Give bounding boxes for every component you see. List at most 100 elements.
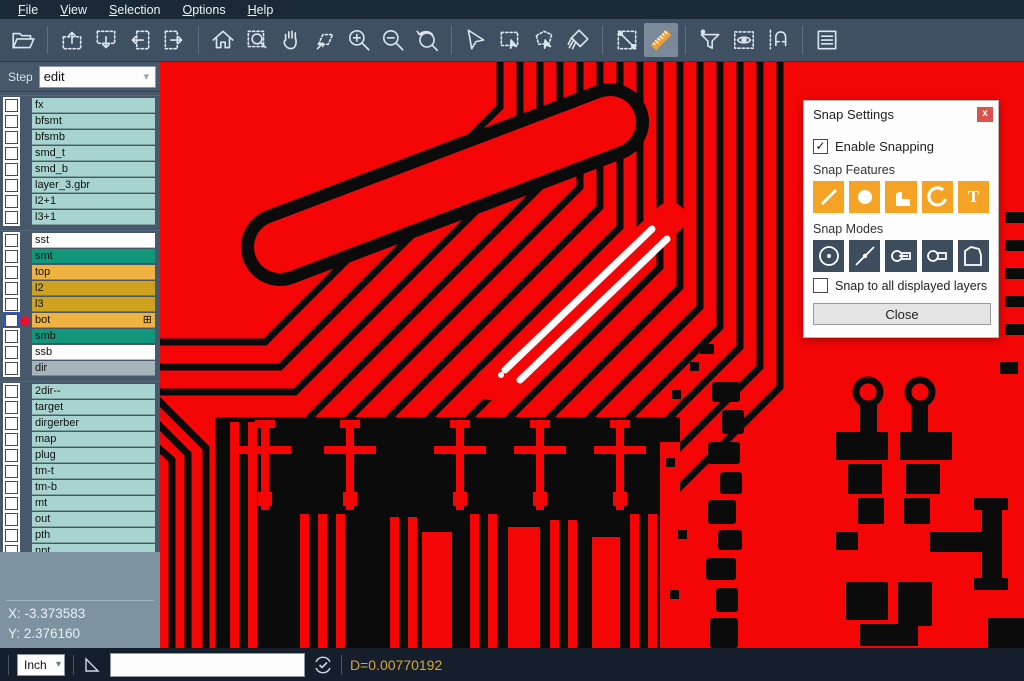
- layer-visibility-checkbox[interactable]: [5, 465, 18, 478]
- select-rectangle-button[interactable]: [493, 23, 527, 57]
- measure-button[interactable]: [610, 23, 644, 57]
- layer-name[interactable]: layer_3.gbr: [32, 178, 155, 193]
- enable-snapping-checkbox[interactable]: ✓: [813, 139, 828, 154]
- snap-mode-center-button[interactable]: [813, 240, 844, 272]
- layer-visibility-checkbox[interactable]: [5, 163, 18, 176]
- layer-row-layer_3.gbr[interactable]: layer_3.gbr: [0, 178, 160, 193]
- layer-row-l3[interactable]: l3: [0, 297, 160, 312]
- layer-row-smb[interactable]: smb: [0, 329, 160, 344]
- filter-button[interactable]: [693, 23, 727, 57]
- layer-name[interactable]: target: [32, 400, 155, 415]
- layer-visibility-checkbox[interactable]: [5, 481, 18, 494]
- menu-view[interactable]: View: [50, 2, 97, 18]
- layer-name[interactable]: bot⊞: [32, 313, 155, 328]
- snap-text-button[interactable]: T: [958, 181, 989, 213]
- pan-hand-button[interactable]: [274, 23, 308, 57]
- command-input[interactable]: [110, 653, 305, 677]
- layer-name[interactable]: smd_t: [32, 146, 155, 161]
- zoom-in-button[interactable]: [342, 23, 376, 57]
- enable-snapping-row[interactable]: ✓ Enable Snapping: [813, 139, 989, 154]
- layer-row-tm-b[interactable]: tm-b: [0, 480, 160, 495]
- layer-row-2dir--[interactable]: 2dir--: [0, 384, 160, 399]
- layer-name[interactable]: fx: [32, 98, 155, 113]
- layer-row-smd_b[interactable]: smd_b: [0, 162, 160, 177]
- layer-row-smd_t[interactable]: smd_t: [0, 146, 160, 161]
- layer-row-tm-t[interactable]: tm-t: [0, 464, 160, 479]
- pan-left-button[interactable]: [123, 23, 157, 57]
- all-layers-checkbox[interactable]: [813, 278, 828, 293]
- zoom-shape-button[interactable]: [308, 23, 342, 57]
- layer-visibility-checkbox[interactable]: [5, 417, 18, 430]
- menu-help[interactable]: Help: [238, 2, 284, 18]
- layer-visibility-checkbox[interactable]: [5, 362, 18, 375]
- layer-visibility-checkbox[interactable]: [5, 449, 18, 462]
- snap-mode-contour-button[interactable]: [958, 240, 989, 272]
- layer-name[interactable]: l3+1: [32, 210, 155, 225]
- layer-row-bot[interactable]: bot⊞: [0, 313, 160, 328]
- snap-mode-slot-center-button[interactable]: [885, 240, 916, 272]
- menu-file[interactable]: File: [8, 2, 48, 18]
- pan-down-button[interactable]: [89, 23, 123, 57]
- all-layers-row[interactable]: Snap to all displayed layers: [813, 278, 989, 293]
- open-folder-button[interactable]: [6, 23, 40, 57]
- layer-name[interactable]: smt: [32, 249, 155, 264]
- layer-row-plug[interactable]: plug: [0, 448, 160, 463]
- pan-up-button[interactable]: [55, 23, 89, 57]
- layer-name[interactable]: bfsmb: [32, 130, 155, 145]
- clean-brush-button[interactable]: [561, 23, 595, 57]
- layer-row-dir[interactable]: dir: [0, 361, 160, 376]
- snap-mode-midpoint-button[interactable]: [849, 240, 880, 272]
- select-polygon-button[interactable]: [527, 23, 561, 57]
- layer-name[interactable]: mt: [32, 496, 155, 511]
- layer-visibility-checkbox[interactable]: [5, 529, 18, 542]
- step-select[interactable]: edit ▾: [39, 66, 156, 88]
- layer-row-mt[interactable]: mt: [0, 496, 160, 511]
- layer-name[interactable]: l2+1: [32, 194, 155, 209]
- snap-arc-button[interactable]: [922, 181, 953, 213]
- dialog-close-icon[interactable]: x: [977, 107, 993, 122]
- layer-name[interactable]: smb: [32, 329, 155, 344]
- layer-row-ssb[interactable]: ssb: [0, 345, 160, 360]
- layer-name[interactable]: pth: [32, 528, 155, 543]
- view-options-button[interactable]: [727, 23, 761, 57]
- grid-icon[interactable]: ⊞: [143, 313, 152, 328]
- layer-row-sst[interactable]: sst: [0, 233, 160, 248]
- layer-row-l2[interactable]: l2: [0, 281, 160, 296]
- layer-name[interactable]: plug: [32, 448, 155, 463]
- layer-name[interactable]: bfsmt: [32, 114, 155, 129]
- layer-row-l2+1[interactable]: l2+1: [0, 194, 160, 209]
- snap-mode-slot-button[interactable]: [922, 240, 953, 272]
- layer-name[interactable]: 2dir--: [32, 384, 155, 399]
- layer-visibility-checkbox[interactable]: [5, 401, 18, 414]
- select-arrow-button[interactable]: [459, 23, 493, 57]
- snap-surface-button[interactable]: [885, 181, 916, 213]
- layer-visibility-checkbox[interactable]: [5, 266, 18, 279]
- dialog-titlebar[interactable]: Snap Settings x: [804, 101, 998, 127]
- layer-visibility-checkbox[interactable]: [5, 99, 18, 112]
- layer-name[interactable]: map: [32, 432, 155, 447]
- menu-options[interactable]: Options: [172, 2, 235, 18]
- layers-form-button[interactable]: [810, 23, 844, 57]
- layer-name[interactable]: tm-t: [32, 464, 155, 479]
- layer-visibility-checkbox[interactable]: [5, 179, 18, 192]
- apply-button[interactable]: [313, 655, 333, 675]
- layer-visibility-checkbox[interactable]: [5, 282, 18, 295]
- layer-row-bfsmt[interactable]: bfsmt: [0, 114, 160, 129]
- layer-name[interactable]: ssb: [32, 345, 155, 360]
- home-view-button[interactable]: [206, 23, 240, 57]
- menu-selection[interactable]: Selection: [99, 2, 170, 18]
- layer-name[interactable]: smd_b: [32, 162, 155, 177]
- layer-row-dirgerber[interactable]: dirgerber: [0, 416, 160, 431]
- layer-name[interactable]: sst: [32, 233, 155, 248]
- pan-right-button[interactable]: [157, 23, 191, 57]
- layer-name[interactable]: out: [32, 512, 155, 527]
- snap-pad-button[interactable]: [849, 181, 880, 213]
- layer-visibility-checkbox[interactable]: [5, 346, 18, 359]
- snap-magnet-button[interactable]: [761, 23, 795, 57]
- layer-visibility-checkbox[interactable]: [5, 385, 18, 398]
- layer-row-pth[interactable]: pth: [0, 528, 160, 543]
- layer-row-map[interactable]: map: [0, 432, 160, 447]
- layer-row-target[interactable]: target: [0, 400, 160, 415]
- layer-row-smt[interactable]: smt: [0, 249, 160, 264]
- close-button[interactable]: Close: [813, 303, 991, 325]
